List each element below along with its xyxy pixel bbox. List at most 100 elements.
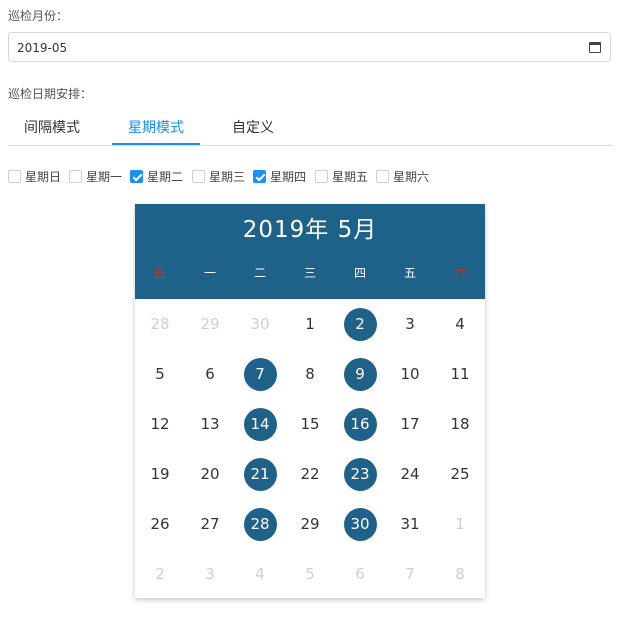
calendar-day[interactable]: 11 <box>435 349 485 399</box>
calendar-day-outside-month: 5 <box>285 549 335 599</box>
calendar-day-number: 15 <box>300 415 320 433</box>
calendar-day-outside-month: 7 <box>385 549 435 599</box>
calendar-day[interactable]: 12 <box>135 399 185 449</box>
schedule-mode-tabs: 间隔模式 星期模式 自定义 <box>8 112 613 146</box>
weekday-option-label: 星期二 <box>147 170 184 184</box>
calendar-day-outside-month: 2 <box>135 549 185 599</box>
calendar-day-number: 7 <box>243 358 277 391</box>
tab-weekday-mode[interactable]: 星期模式 <box>112 112 200 145</box>
checkbox-thursday[interactable] <box>253 170 266 183</box>
calendar-day[interactable]: 31 <box>385 499 435 549</box>
calendar-day-number: 4 <box>255 565 265 583</box>
calendar-day[interactable]: 18 <box>435 399 485 449</box>
calendar-day[interactable]: 13 <box>185 399 235 449</box>
calendar-day[interactable]: 20 <box>185 449 235 499</box>
calendar-day-outside-month: 6 <box>335 549 385 599</box>
calendar-title: 2019年 5月 <box>242 217 378 243</box>
calendar-day[interactable]: 4 <box>435 299 485 349</box>
calendar-day-number: 30 <box>250 315 270 333</box>
calendar-day[interactable]: 26 <box>135 499 185 549</box>
calendar-day-selected[interactable]: 21 <box>235 449 285 499</box>
calendar-day-outside-month: 30 <box>235 299 285 349</box>
calendar-day[interactable]: 25 <box>435 449 485 499</box>
calendar-day[interactable]: 15 <box>285 399 335 449</box>
checkbox-sunday[interactable] <box>8 170 21 183</box>
calendar-day-selected[interactable]: 7 <box>235 349 285 399</box>
calendar-day[interactable]: 27 <box>185 499 235 549</box>
calendar-day-number: 29 <box>300 515 320 533</box>
month-input[interactable]: 2019-05 <box>8 32 611 62</box>
calendar-day-number: 7 <box>405 565 415 583</box>
calendar-day-number: 17 <box>400 415 420 433</box>
calendar-day-number: 3 <box>205 565 215 583</box>
weekday-option-label: 星期四 <box>270 170 307 184</box>
weekday-header: 日 <box>153 266 166 280</box>
calendar-day-outside-month: 28 <box>135 299 185 349</box>
checkbox-wednesday[interactable] <box>192 170 205 183</box>
calendar-day-number: 2 <box>155 565 165 583</box>
calendar-day-selected[interactable]: 9 <box>335 349 385 399</box>
weekday-option-label: 星期一 <box>86 170 123 184</box>
calendar-day-number: 28 <box>243 508 277 541</box>
calendar-day-number: 21 <box>243 458 277 491</box>
calendar-day-number: 6 <box>205 365 215 383</box>
calendar-day[interactable]: 1 <box>285 299 335 349</box>
calendar-day-selected[interactable]: 23 <box>335 449 385 499</box>
calendar-day-number: 6 <box>355 565 365 583</box>
calendar-day-number: 20 <box>200 465 220 483</box>
calendar-day-outside-month: 4 <box>235 549 285 599</box>
schedule-label: 巡检日期安排： <box>8 87 93 101</box>
calendar-icon[interactable] <box>589 42 601 53</box>
tab-interval-mode[interactable]: 间隔模式 <box>8 112 96 145</box>
weekday-header: 六 <box>453 266 466 280</box>
calendar-day-number: 12 <box>150 415 170 433</box>
calendar-day[interactable]: 10 <box>385 349 435 399</box>
calendar-day-number: 5 <box>305 565 315 583</box>
calendar-day-outside-month: 3 <box>185 549 235 599</box>
calendar-day-selected[interactable]: 14 <box>235 399 285 449</box>
calendar-day[interactable]: 5 <box>135 349 185 399</box>
checkbox-saturday[interactable] <box>376 170 389 183</box>
calendar-day-selected[interactable]: 30 <box>335 499 385 549</box>
month-label: 巡检月份： <box>8 9 69 23</box>
checkbox-friday[interactable] <box>315 170 328 183</box>
calendar-day-selected[interactable]: 2 <box>335 299 385 349</box>
month-calendar: 2019年 5月 日 一 二 三 四 五 六 28 29 30 1 2 3 4 5 6 7 8 9 10… <box>135 204 485 598</box>
calendar-day-number: 2 <box>343 308 377 341</box>
calendar-day-number: 3 <box>405 315 415 333</box>
calendar-day-number: 14 <box>243 408 277 441</box>
weekday-option-label: 星期日 <box>25 170 62 184</box>
calendar-day[interactable]: 29 <box>285 499 335 549</box>
calendar-day-number: 27 <box>200 515 220 533</box>
calendar-day[interactable]: 17 <box>385 399 435 449</box>
calendar-day-outside-month: 29 <box>185 299 235 349</box>
calendar-day[interactable]: 6 <box>185 349 235 399</box>
calendar-day-number: 1 <box>455 515 465 533</box>
calendar-day-number: 13 <box>200 415 220 433</box>
calendar-day-number: 28 <box>150 315 170 333</box>
calendar-day[interactable]: 8 <box>285 349 335 399</box>
calendar-day-number: 11 <box>450 365 470 383</box>
weekday-header: 五 <box>403 266 416 280</box>
checkbox-tuesday[interactable] <box>130 170 143 183</box>
calendar-day-selected[interactable]: 16 <box>335 399 385 449</box>
calendar-day-selected[interactable]: 28 <box>235 499 285 549</box>
calendar-day[interactable]: 3 <box>385 299 435 349</box>
calendar-day[interactable]: 22 <box>285 449 335 499</box>
calendar-day-number: 1 <box>305 315 315 333</box>
weekday-header: 四 <box>353 266 366 280</box>
calendar-day[interactable]: 24 <box>385 449 435 499</box>
calendar-day-number: 16 <box>343 408 377 441</box>
calendar-day[interactable]: 19 <box>135 449 185 499</box>
weekday-option-label: 星期三 <box>209 170 246 184</box>
calendar-day-number: 18 <box>450 415 470 433</box>
calendar-day-number: 9 <box>343 358 377 391</box>
calendar-day-number: 23 <box>343 458 377 491</box>
weekday-option-label: 星期六 <box>393 170 430 184</box>
checkbox-monday[interactable] <box>69 170 82 183</box>
calendar-day-number: 30 <box>343 508 377 541</box>
weekday-header: 一 <box>203 266 216 280</box>
weekday-header: 二 <box>253 266 266 280</box>
tab-custom[interactable]: 自定义 <box>208 112 298 145</box>
calendar-header: 2019年 5月 日 一 二 三 四 五 六 <box>135 204 485 299</box>
